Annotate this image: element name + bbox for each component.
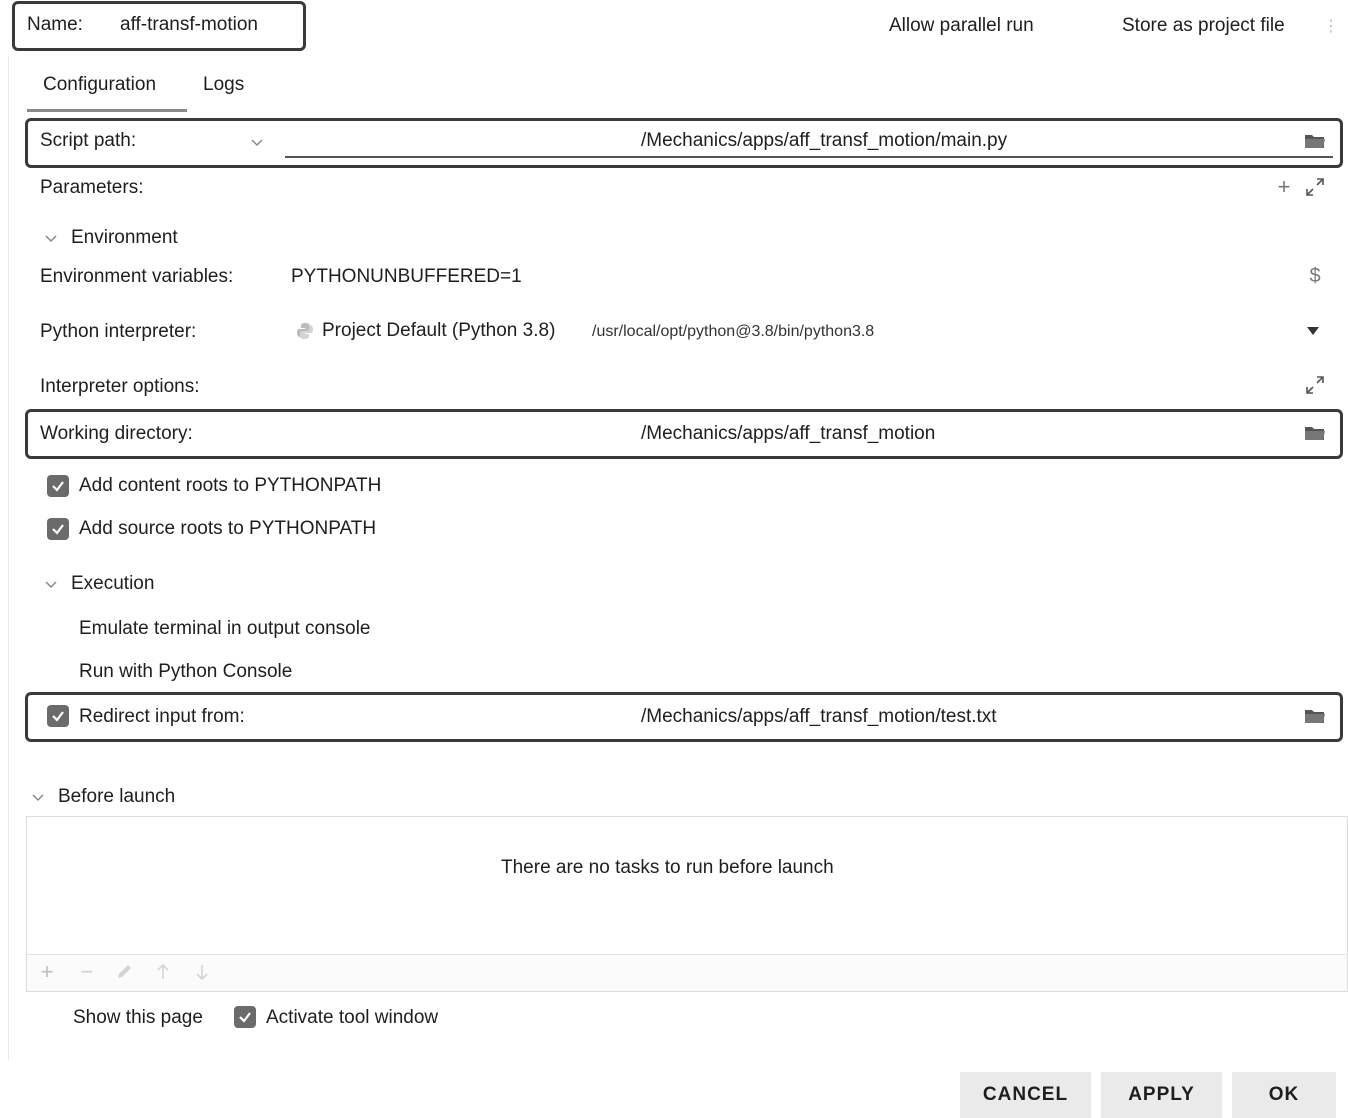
parameters-label: Parameters: — [40, 177, 144, 198]
left-divider — [8, 56, 9, 1060]
script-path-input[interactable]: /Mechanics/apps/aff_transf_motion/main.p… — [641, 130, 1007, 152]
folder-icon[interactable] — [1303, 422, 1327, 444]
interpreter-label: Python interpreter: — [40, 321, 197, 342]
working-directory-label: Working directory: — [40, 423, 193, 444]
add-content-roots-checkbox[interactable] — [47, 475, 69, 497]
dollar-icon[interactable]: $ — [1304, 264, 1326, 288]
activate-tool-window-label: Activate tool window — [266, 1007, 439, 1028]
move-up-icon[interactable] — [152, 961, 174, 983]
cancel-button[interactable]: CANCEL — [960, 1072, 1091, 1118]
emulate-terminal-option[interactable]: Emulate terminal in output console — [79, 618, 371, 640]
move-down-icon[interactable] — [191, 961, 213, 983]
add-task-icon[interactable]: + — [36, 959, 58, 984]
tab-configuration-underline — [27, 109, 187, 112]
add-source-roots-checkbox[interactable] — [47, 518, 69, 540]
tab-configuration[interactable]: Configuration — [43, 74, 156, 96]
interpreter-name[interactable]: Project Default (Python 3.8) — [322, 320, 555, 342]
environment-chevron-icon[interactable] — [44, 231, 58, 245]
redirect-input-path[interactable]: /Mechanics/apps/aff_transf_motion/test.t… — [641, 706, 997, 728]
allow-parallel-run-option[interactable]: Allow parallel run — [889, 15, 1034, 37]
ok-button[interactable]: OK — [1232, 1072, 1336, 1118]
more-options-icon[interactable]: ⋮ — [1322, 14, 1340, 38]
redirect-input-label: Redirect input from: — [79, 706, 245, 727]
before-launch-empty-text: There are no tasks to run before launch — [501, 857, 834, 878]
add-content-roots-label: Add content roots to PYTHONPATH — [79, 475, 382, 496]
store-as-project-file-option[interactable]: Store as project file — [1122, 15, 1285, 37]
before-launch-section-title[interactable]: Before launch — [58, 786, 175, 808]
python-logo-icon — [295, 321, 315, 341]
apply-button[interactable]: APPLY — [1101, 1072, 1222, 1118]
folder-icon[interactable] — [1303, 705, 1327, 727]
script-path-underline — [285, 156, 1333, 158]
activate-tool-window-checkbox[interactable] — [234, 1006, 256, 1028]
environment-section-title[interactable]: Environment — [71, 227, 178, 249]
edit-pencil-icon[interactable] — [113, 961, 135, 983]
before-launch-chevron-icon[interactable] — [31, 790, 45, 804]
working-directory-input[interactable]: /Mechanics/apps/aff_transf_motion — [641, 423, 935, 445]
execution-chevron-icon[interactable] — [44, 577, 58, 591]
run-with-console-option[interactable]: Run with Python Console — [79, 661, 292, 683]
before-launch-toolbar — [27, 954, 1347, 991]
interpreter-options-label: Interpreter options: — [40, 376, 200, 397]
chevron-down-icon[interactable] — [250, 135, 264, 149]
env-vars-input[interactable]: PYTHONUNBUFFERED=1 — [291, 266, 522, 288]
execution-section-title[interactable]: Execution — [71, 573, 154, 595]
interpreter-path: /usr/local/opt/python@3.8/bin/python3.8 — [592, 323, 875, 340]
name-label: Name: — [27, 14, 83, 35]
tab-logs[interactable]: Logs — [203, 74, 244, 96]
show-this-page-option[interactable]: Show this page — [73, 1007, 203, 1029]
remove-task-icon[interactable]: − — [76, 959, 98, 984]
add-source-roots-label: Add source roots to PYTHONPATH — [79, 518, 377, 539]
name-input[interactable]: aff-transf-motion — [120, 14, 258, 36]
env-vars-label: Environment variables: — [40, 266, 234, 287]
expand-icon[interactable] — [1304, 176, 1326, 198]
expand-icon[interactable] — [1304, 374, 1326, 396]
dropdown-arrow-icon[interactable] — [1302, 322, 1324, 340]
redirect-input-checkbox[interactable] — [47, 705, 69, 727]
plus-icon[interactable]: + — [1274, 174, 1294, 199]
script-path-label: Script path: — [40, 130, 137, 151]
folder-icon[interactable] — [1303, 130, 1327, 152]
